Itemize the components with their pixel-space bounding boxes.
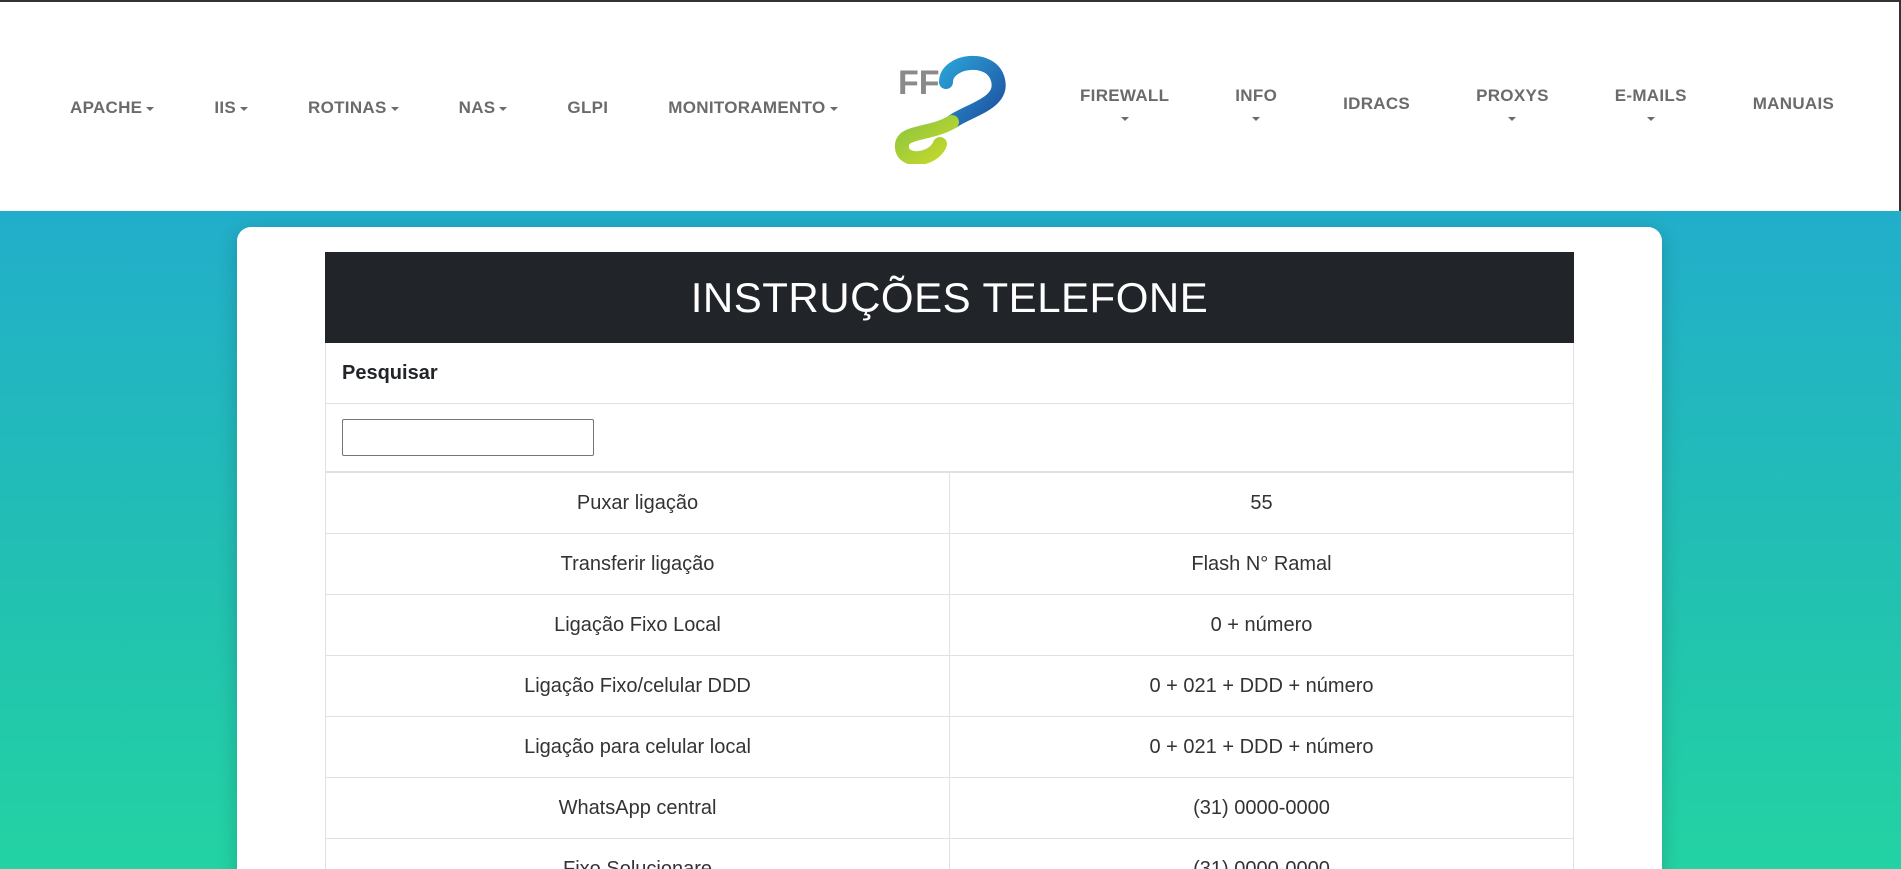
nav-iis-label: IIS [214, 98, 237, 117]
chevron-down-icon [1120, 117, 1129, 121]
table-row: Transferir ligação Flash N° Ramal [325, 533, 1574, 595]
table-cell-code: (31) 0000-0000 [949, 838, 1574, 869]
nav-proxys-label: PROXYS [1476, 86, 1549, 105]
table-cell-code: 0 + 021 + DDD + número [949, 716, 1574, 778]
table-cell-action: Ligação para celular local [325, 716, 950, 778]
nav-nas-label: NAS [458, 98, 496, 117]
table-row: Ligação Fixo Local 0 + número [325, 594, 1574, 656]
nav-left-group: APACHE IIS ROTINAS NAS GLPI MONITORAMENT… [70, 98, 898, 118]
nav-glpi-label: GLPI [567, 98, 609, 117]
nav-apache[interactable]: APACHE [70, 98, 155, 118]
table-cell-action: Ligação Fixo Local [325, 594, 950, 656]
table-row: Fixo Solucionare (31) 0000-0000 [325, 838, 1574, 869]
table-cell-code: 55 [949, 472, 1574, 534]
nav-firewall[interactable]: FIREWALL [1080, 86, 1169, 121]
chevron-down-icon [1508, 117, 1517, 121]
logo-text: FF [898, 64, 940, 102]
nav-glpi[interactable]: GLPI [567, 98, 608, 118]
nav-emails[interactable]: E-MAILS [1615, 86, 1687, 121]
table-cell-code: 0 + 021 + DDD + número [949, 655, 1574, 717]
table-cell-action: Ligação Fixo/celular DDD [325, 655, 950, 717]
nav-apache-label: APACHE [70, 98, 143, 117]
table-cell-code: (31) 0000-0000 [949, 777, 1574, 839]
instructions-table: Puxar ligação 55 Transferir ligação Flas… [325, 472, 1574, 869]
search-label: Pesquisar [325, 343, 1574, 404]
nav-idracs[interactable]: IDRACS [1343, 94, 1410, 114]
table-row: Puxar ligação 55 [325, 472, 1574, 534]
nav-iis[interactable]: IIS [214, 98, 249, 118]
nav-monitoramento-label: MONITORAMENTO [668, 98, 826, 117]
nav-rotinas-label: ROTINAS [308, 98, 387, 117]
chevron-down-icon [146, 107, 155, 111]
table-row: WhatsApp central (31) 0000-0000 [325, 777, 1574, 839]
nav-firewall-label: FIREWALL [1080, 86, 1170, 105]
table-row: Ligação Fixo/celular DDD 0 + 021 + DDD +… [325, 655, 1574, 717]
nav-idracs-label: IDRACS [1343, 93, 1411, 113]
table-cell-action: Puxar ligação [325, 472, 950, 534]
chevron-down-icon [1646, 117, 1655, 121]
nav-manuais-label: MANUAIS [1752, 93, 1835, 113]
instructions-panel: INSTRUÇÕES TELEFONE Pesquisar Puxar liga… [325, 252, 1574, 869]
table-cell-code: 0 + número [949, 594, 1574, 656]
table-row: Ligação para celular local 0 + 021 + DDD… [325, 716, 1574, 778]
nav-rotinas[interactable]: ROTINAS [308, 98, 399, 118]
nav-emails-label: E-MAILS [1614, 86, 1687, 105]
chevron-down-icon [390, 107, 399, 111]
top-navbar: APACHE IIS ROTINAS NAS GLPI MONITORAMENT… [0, 2, 1901, 211]
ff2-logo[interactable]: FF [888, 52, 1008, 164]
nav-manuais[interactable]: MANUAIS [1753, 94, 1834, 114]
table-cell-code: Flash N° Ramal [949, 533, 1574, 595]
nav-proxys[interactable]: PROXYS [1476, 86, 1549, 121]
nav-info[interactable]: INFO [1235, 86, 1277, 121]
page-title: INSTRUÇÕES TELEFONE [325, 252, 1574, 343]
chevron-down-icon [240, 107, 249, 111]
nav-monitoramento[interactable]: MONITORAMENTO [668, 98, 838, 118]
nav-right-group: FIREWALL INFO IDRACS PROXYS E-MAILS MANU… [1080, 86, 1834, 121]
search-input[interactable] [342, 419, 594, 456]
search-row [325, 404, 1574, 472]
chevron-down-icon [829, 107, 838, 111]
chevron-down-icon [1252, 117, 1261, 121]
table-cell-action: Fixo Solucionare [325, 838, 950, 869]
table-cell-action: WhatsApp central [325, 777, 950, 839]
nav-info-label: INFO [1235, 86, 1278, 105]
chevron-down-icon [499, 107, 508, 111]
nav-nas[interactable]: NAS [459, 98, 508, 118]
table-cell-action: Transferir ligação [325, 533, 950, 595]
